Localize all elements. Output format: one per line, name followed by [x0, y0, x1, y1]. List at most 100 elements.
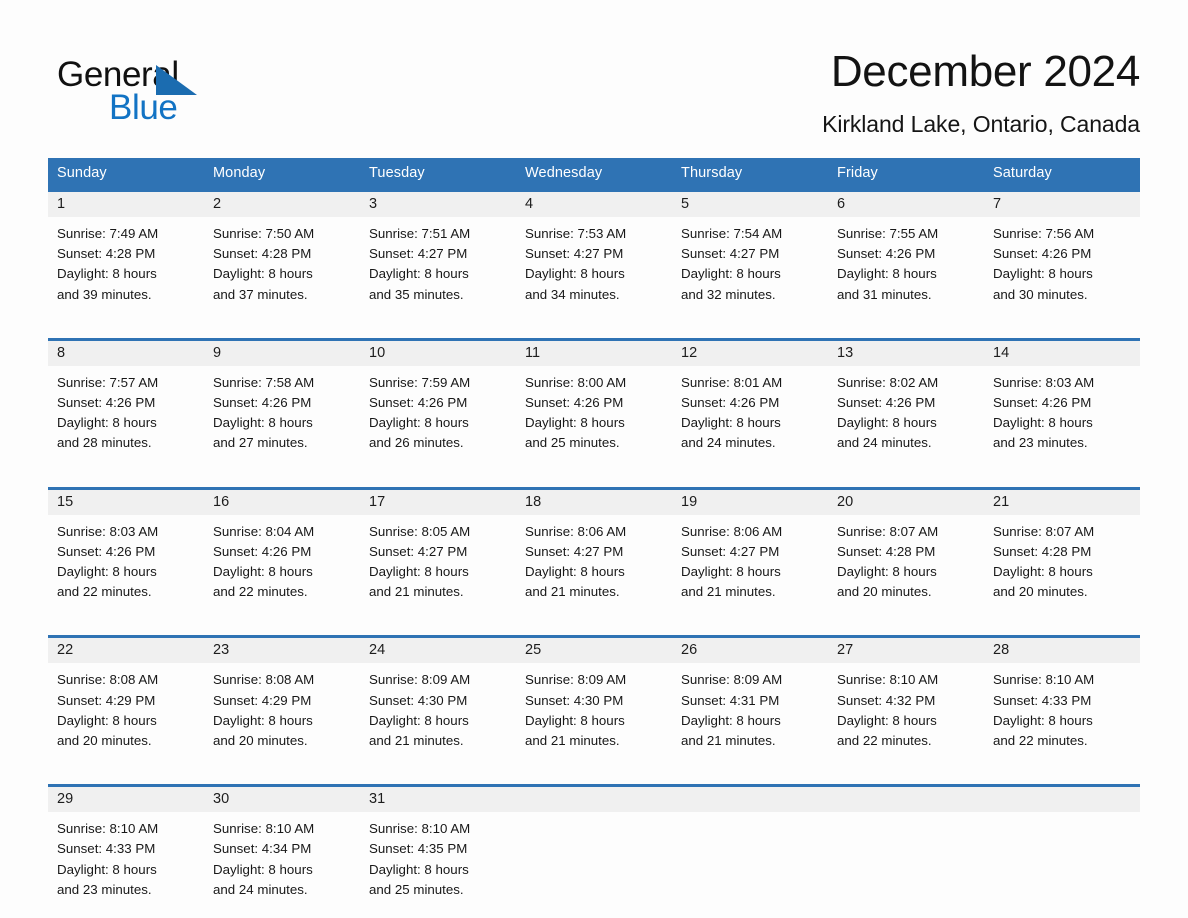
day-cell[interactable]: 8 Sunrise: 7:57 AM Sunset: 4:26 PM Daylight… — [48, 340, 204, 468]
day-detail-line: Daylight: 8 hours — [681, 564, 781, 580]
day-cell[interactable]: 29 Sunrise: 8:10 AM Sunset: 4:33 PM Dayligh… — [48, 787, 204, 915]
day-detail-line: Sunrise: 8:09 AM — [525, 672, 627, 688]
day-detail-line: Daylight: 8 hours — [993, 712, 1093, 728]
day-details: Sunrise: 8:01 AM Sunset: 4:26 PM Daylight:… — [672, 366, 828, 468]
day-detail-line: Daylight: 8 hours — [213, 564, 313, 580]
day-detail-line: and 21 minutes. — [525, 733, 620, 749]
day-detail-line: Sunrise: 8:09 AM — [681, 672, 783, 688]
day-detail-line: and 21 minutes. — [525, 584, 620, 600]
day-details: Sunrise: 8:07 AM Sunset: 4:28 PM Daylight:… — [984, 515, 1140, 617]
day-cell[interactable]: 30 Sunrise: 8:10 AM Sunset: 4:34 PM Dayligh… — [204, 787, 360, 915]
day-cell[interactable]: 16 Sunrise: 8:04 AM Sunset: 4:26 PM Dayligh… — [204, 489, 360, 617]
day-details: Sunrise: 7:50 AM Sunset: 4:28 PM Daylight:… — [204, 217, 360, 319]
day-cell[interactable]: 2 Sunrise: 7:50 AM Sunset: 4:28 PM Daylight… — [204, 192, 360, 319]
day-cell[interactable]: 17 Sunrise: 8:05 AM Sunset: 4:27 PM Dayligh… — [360, 489, 516, 617]
day-detail-line: Sunrise: 8:05 AM — [369, 523, 471, 539]
day-detail-line: Sunset: 4:29 PM — [57, 692, 156, 708]
day-cell[interactable]: 7 Sunrise: 7:56 AM Sunset: 4:26 PM Daylight… — [984, 192, 1140, 319]
day-number: 16 — [204, 489, 360, 515]
day-detail-line: Sunrise: 7:58 AM — [213, 374, 315, 390]
day-number: 21 — [984, 489, 1140, 515]
day-detail-line: Sunset: 4:26 PM — [993, 395, 1092, 411]
day-detail-line: Sunrise: 7:57 AM — [57, 374, 159, 390]
day-cell[interactable]: 1 Sunrise: 7:49 AM Sunset: 4:28 PM Daylight… — [48, 192, 204, 319]
day-cell[interactable]: 12 Sunrise: 8:01 AM Sunset: 4:26 PM Dayligh… — [672, 340, 828, 468]
day-cell[interactable]: 9 Sunrise: 7:58 AM Sunset: 4:26 PM Daylight… — [204, 340, 360, 468]
day-number: 29 — [48, 787, 204, 813]
day-detail-line: Sunrise: 8:06 AM — [681, 523, 783, 539]
day-number: 13 — [828, 340, 984, 366]
day-detail-line: and 27 minutes. — [213, 435, 308, 451]
day-detail-line: Daylight: 8 hours — [681, 266, 781, 282]
day-detail-line: and 21 minutes. — [369, 584, 464, 600]
day-detail-line: Sunset: 4:28 PM — [993, 543, 1092, 559]
day-detail-line: and 21 minutes. — [369, 733, 464, 749]
day-number: 1 — [48, 192, 204, 217]
day-cell-empty — [828, 787, 984, 915]
day-cell[interactable]: 20 Sunrise: 8:07 AM Sunset: 4:28 PM Dayligh… — [828, 489, 984, 617]
day-cell[interactable]: 26 Sunrise: 8:09 AM Sunset: 4:31 PM Dayligh… — [672, 638, 828, 766]
day-details: Sunrise: 8:05 AM Sunset: 4:27 PM Daylight:… — [360, 515, 516, 617]
day-number: 27 — [828, 638, 984, 664]
day-cell[interactable]: 4 Sunrise: 7:53 AM Sunset: 4:27 PM Daylight… — [516, 192, 672, 319]
day-detail-line: Daylight: 8 hours — [837, 564, 937, 580]
day-number — [984, 787, 1140, 813]
day-detail-line: Sunrise: 8:10 AM — [213, 821, 315, 837]
day-cell[interactable]: 14 Sunrise: 8:03 AM Sunset: 4:26 PM Dayligh… — [984, 340, 1140, 468]
day-detail-line: and 39 minutes. — [57, 286, 152, 302]
day-cell[interactable]: 23 Sunrise: 8:08 AM Sunset: 4:29 PM Dayligh… — [204, 638, 360, 766]
day-detail-line: Daylight: 8 hours — [57, 564, 157, 580]
weekday-header-sunday: Sunday — [57, 165, 107, 181]
day-details: Sunrise: 8:10 AM Sunset: 4:35 PM Daylight:… — [360, 812, 516, 914]
day-number: 8 — [48, 340, 204, 366]
day-detail-line: Sunrise: 8:01 AM — [681, 374, 783, 390]
day-detail-line: Sunset: 4:27 PM — [681, 246, 780, 262]
day-detail-line: and 20 minutes. — [993, 584, 1088, 600]
week-body: 22 Sunrise: 8:08 AM Sunset: 4:29 PM Dayligh… — [48, 638, 1140, 766]
day-detail-line: Sunrise: 8:02 AM — [837, 374, 939, 390]
day-number: 30 — [204, 787, 360, 813]
day-cell[interactable]: 3 Sunrise: 7:51 AM Sunset: 4:27 PM Daylight… — [360, 192, 516, 319]
day-cell[interactable]: 19 Sunrise: 8:06 AM Sunset: 4:27 PM Dayligh… — [672, 489, 828, 617]
day-detail-line: and 34 minutes. — [525, 286, 620, 302]
day-detail-line: Sunset: 4:26 PM — [993, 246, 1092, 262]
day-cell[interactable]: 6 Sunrise: 7:55 AM Sunset: 4:26 PM Daylight… — [828, 192, 984, 319]
day-cell[interactable]: 11 Sunrise: 8:00 AM Sunset: 4:26 PM Dayligh… — [516, 340, 672, 468]
week-spacer — [48, 616, 1140, 635]
day-cell[interactable]: 5 Sunrise: 7:54 AM Sunset: 4:27 PM Daylight… — [672, 192, 828, 319]
day-cell[interactable]: 22 Sunrise: 8:08 AM Sunset: 4:29 PM Dayligh… — [48, 638, 204, 766]
day-detail-line: Sunset: 4:35 PM — [369, 841, 468, 857]
day-number: 25 — [516, 638, 672, 664]
day-cell[interactable]: 31 Sunrise: 8:10 AM Sunset: 4:35 PM Dayligh… — [360, 787, 516, 915]
general-blue-logo[interactable]: General Blue — [57, 54, 277, 127]
day-details: Sunrise: 7:58 AM Sunset: 4:26 PM Daylight:… — [204, 366, 360, 468]
day-cell[interactable]: 24 Sunrise: 8:09 AM Sunset: 4:30 PM Dayligh… — [360, 638, 516, 766]
day-cell[interactable]: 28 Sunrise: 8:10 AM Sunset: 4:33 PM Dayligh… — [984, 638, 1140, 766]
day-detail-line: and 21 minutes. — [681, 733, 776, 749]
day-detail-line: Sunrise: 8:08 AM — [57, 672, 159, 688]
day-detail-line: Sunset: 4:27 PM — [525, 543, 624, 559]
calendar-grid: Sunday Monday Tuesday Wednesday Thursday Frid… — [48, 158, 1140, 915]
day-detail-line: Sunset: 4:26 PM — [213, 395, 312, 411]
day-detail-line: and 26 minutes. — [369, 435, 464, 451]
day-cell[interactable]: 18 Sunrise: 8:06 AM Sunset: 4:27 PM Dayligh… — [516, 489, 672, 617]
day-detail-line: and 22 minutes. — [993, 733, 1088, 749]
day-detail-line: Sunset: 4:27 PM — [369, 246, 468, 262]
day-detail-line: Sunset: 4:32 PM — [837, 692, 936, 708]
day-number: 17 — [360, 489, 516, 515]
day-cell[interactable]: 13 Sunrise: 8:02 AM Sunset: 4:26 PM Dayligh… — [828, 340, 984, 468]
logo-text-blue: Blue — [109, 88, 178, 127]
day-cell[interactable]: 10 Sunrise: 7:59 AM Sunset: 4:26 PM Dayligh… — [360, 340, 516, 468]
day-cell[interactable]: 21 Sunrise: 8:07 AM Sunset: 4:28 PM Dayligh… — [984, 489, 1140, 617]
day-detail-line: Sunrise: 8:10 AM — [993, 672, 1095, 688]
day-cell[interactable]: 15 Sunrise: 8:03 AM Sunset: 4:26 PM Dayligh… — [48, 489, 204, 617]
day-detail-line: and 20 minutes. — [837, 584, 932, 600]
day-detail-line: Daylight: 8 hours — [213, 861, 313, 877]
day-cell[interactable]: 27 Sunrise: 8:10 AM Sunset: 4:32 PM Dayligh… — [828, 638, 984, 766]
day-cell[interactable]: 25 Sunrise: 8:09 AM Sunset: 4:30 PM Dayligh… — [516, 638, 672, 766]
day-number: 11 — [516, 340, 672, 366]
day-detail-line: Sunrise: 8:07 AM — [837, 523, 939, 539]
day-detail-line: Daylight: 8 hours — [681, 712, 781, 728]
day-number: 23 — [204, 638, 360, 664]
day-detail-line: Daylight: 8 hours — [993, 266, 1093, 282]
